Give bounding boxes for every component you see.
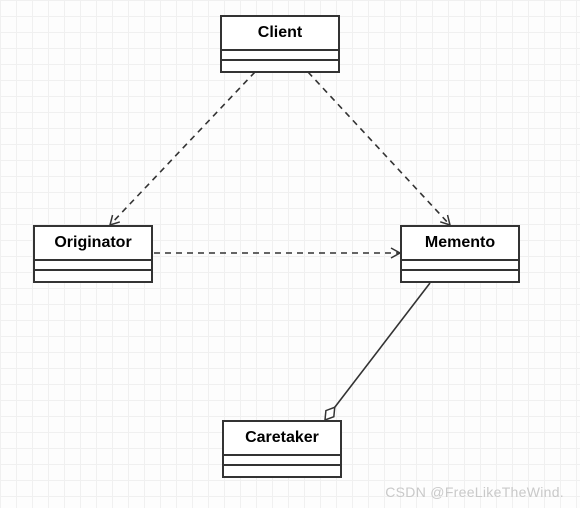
class-memento-attrs: [402, 261, 518, 271]
class-client: Client: [220, 15, 340, 73]
class-caretaker-attrs: [224, 456, 340, 466]
class-client-title: Client: [222, 17, 338, 51]
class-originator-attrs: [35, 261, 151, 271]
class-memento-title: Memento: [402, 227, 518, 261]
class-caretaker: Caretaker: [222, 420, 342, 478]
class-originator: Originator: [33, 225, 153, 283]
class-originator-title: Originator: [35, 227, 151, 261]
class-caretaker-ops: [224, 466, 340, 476]
class-memento-ops: [402, 271, 518, 281]
class-memento: Memento: [400, 225, 520, 283]
class-client-attrs: [222, 51, 338, 61]
class-originator-ops: [35, 271, 151, 281]
class-client-ops: [222, 61, 338, 71]
class-caretaker-title: Caretaker: [224, 422, 340, 456]
watermark-text: CSDN @FreeLikeTheWind.: [385, 484, 564, 500]
